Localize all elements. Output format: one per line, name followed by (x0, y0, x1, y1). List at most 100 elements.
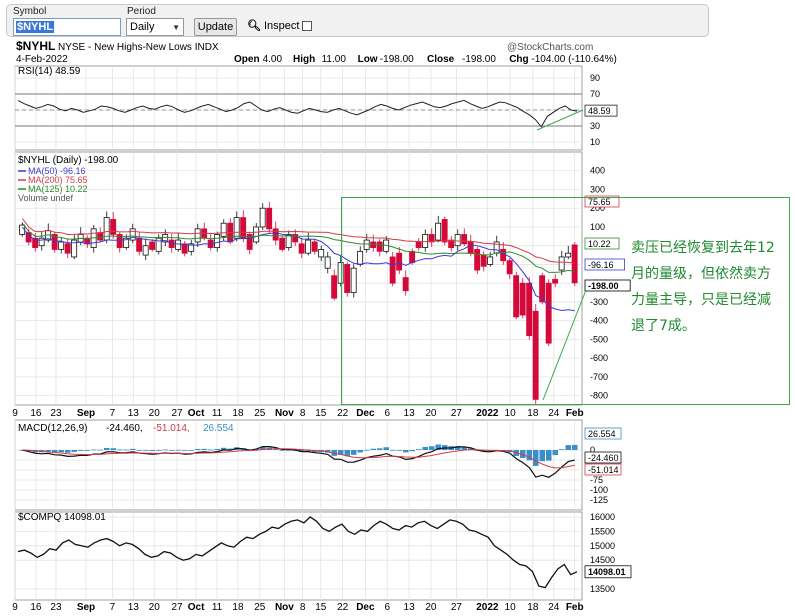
macd-hist-bar (377, 448, 383, 450)
watermark: @StockCharts.com (507, 42, 593, 53)
x-tick-label: 22 (337, 408, 349, 419)
macd-legend-macd: -24.460, (106, 423, 143, 434)
x-tick-label: 25 (254, 408, 266, 419)
candle-body (311, 241, 318, 252)
ohlc-label: Close (427, 54, 455, 65)
y-tick-label: -100 (590, 485, 608, 495)
macd-hist-bar (429, 446, 435, 450)
macd-hist-bar (370, 448, 376, 450)
ohlc-value: -104.00 (-110.64%) (531, 54, 616, 65)
y-tick-label: 16000 (590, 512, 615, 522)
ohlc-label: Open (234, 54, 260, 65)
macd-hist-bar (409, 450, 415, 452)
macd-hist-bar (169, 450, 175, 451)
macd-hist-bar (104, 447, 110, 450)
x-tick-label: 27 (451, 602, 463, 613)
rsi-legend: RSI(14) 48.59 (18, 66, 81, 77)
macd-hist-bar (91, 449, 97, 451)
y-tick-label: -75 (590, 475, 603, 485)
x-tick-label: Feb (566, 602, 584, 613)
x-tick-label: 18 (232, 602, 244, 613)
annotation-text: 卖压已经恢复到去年12月的量级，但依然卖方力量主导，只是已经减退了7成。 (631, 240, 775, 334)
macd-hist-bar (130, 448, 136, 450)
x-tick-label: Oct (188, 408, 205, 419)
compq-line (17, 516, 578, 589)
macd-hist-bar (143, 450, 149, 451)
x-tick-label: 27 (171, 602, 183, 613)
candle-body (253, 226, 260, 243)
x-tick-label: 8 (300, 408, 306, 419)
macd-hist-bar (390, 449, 396, 451)
macd-hist-bar (71, 450, 77, 452)
macd-hist-bar (383, 447, 389, 450)
x-tick-label: 20 (149, 602, 161, 613)
macd-hist-bar (357, 450, 363, 453)
x-tick-label: 9 (12, 408, 18, 419)
macd-hist-bar (286, 450, 292, 451)
candle-body (110, 219, 117, 235)
price-legend-title: $NYHL (Daily) -198.00 (18, 155, 119, 166)
x-tick-label: 27 (171, 408, 183, 419)
candle-body (331, 275, 338, 299)
macd-hist-bar (58, 450, 64, 453)
x-tick-label: 15 (315, 602, 327, 613)
x-tick-label: Nov (275, 602, 294, 613)
macd-hist-bar (110, 448, 116, 450)
x-tick-label: 20 (149, 408, 161, 419)
macd-hist-bar (123, 449, 129, 451)
x-tick-label: 15 (315, 408, 327, 419)
macd-hist-bar (201, 448, 207, 450)
y-tick-label: 10 (590, 137, 600, 147)
candle-body (279, 237, 286, 250)
x-tick-label: Sep (77, 408, 95, 419)
ohlc-value: 11.00 (322, 54, 347, 65)
macd-hist-bar (65, 450, 71, 453)
ohlc-value: 4.00 (263, 54, 283, 65)
macd-hist-bar (416, 449, 422, 451)
ohlc-value: -198.00 (462, 54, 496, 65)
x-tick-label: 6 (384, 602, 390, 613)
y-tick-label: -125 (590, 495, 608, 505)
x-tick-label: 20 (425, 408, 437, 419)
macd-line (22, 446, 575, 478)
y-tick-label: 15000 (590, 541, 615, 551)
candle-body (233, 217, 240, 239)
x-tick-label: 10 (505, 408, 517, 419)
x-tick-label: 22 (337, 602, 349, 613)
x-tick-label: Oct (188, 602, 205, 613)
candle-body (194, 228, 201, 243)
panel-frame (14, 65, 583, 151)
x-tick-label: Dec (356, 602, 375, 613)
x-tick-label: 13 (404, 408, 416, 419)
compq-badge-value: 14098.01 (588, 567, 626, 577)
x-tick-label: 20 (425, 602, 437, 613)
macd-hist-bar (559, 449, 565, 450)
x-tick-label: 11 (212, 408, 223, 419)
macd-legend-signal: -51.014, (153, 423, 190, 434)
y-tick-label: 90 (590, 73, 600, 83)
candle-body (58, 241, 65, 250)
macd-badge-value: -24.460 (588, 453, 619, 463)
legend-entry: Volume undef (18, 193, 74, 203)
rsi-badge-value: 48.59 (588, 106, 611, 116)
x-tick-label: 18 (527, 602, 539, 613)
ohlc-label: Chg (509, 54, 528, 65)
macd-hist-bar (351, 450, 357, 455)
macd-hist-bar (546, 450, 552, 461)
candle-body (259, 207, 266, 228)
header-symbol: $NYHL (16, 39, 55, 53)
compq-legend: $COMPQ 14098.01 (18, 512, 106, 523)
macd-badge-value: 26.554 (588, 429, 616, 439)
macd-hist-bar (182, 450, 188, 451)
x-tick-label: 13 (128, 602, 140, 613)
candle-body (220, 222, 227, 237)
macd-hist-bar (84, 450, 90, 451)
macd-hist-bar (279, 450, 285, 451)
macd-hist-bar (396, 450, 402, 451)
macd-hist-bar (565, 445, 571, 450)
x-tick-label: 7 (110, 408, 116, 419)
header-name: NYSE - New Highs-New Lows INDX (58, 42, 219, 53)
x-tick-label: 16 (30, 602, 42, 613)
y-tick-label: 30 (590, 121, 600, 131)
macd-hist-bar (403, 450, 409, 453)
